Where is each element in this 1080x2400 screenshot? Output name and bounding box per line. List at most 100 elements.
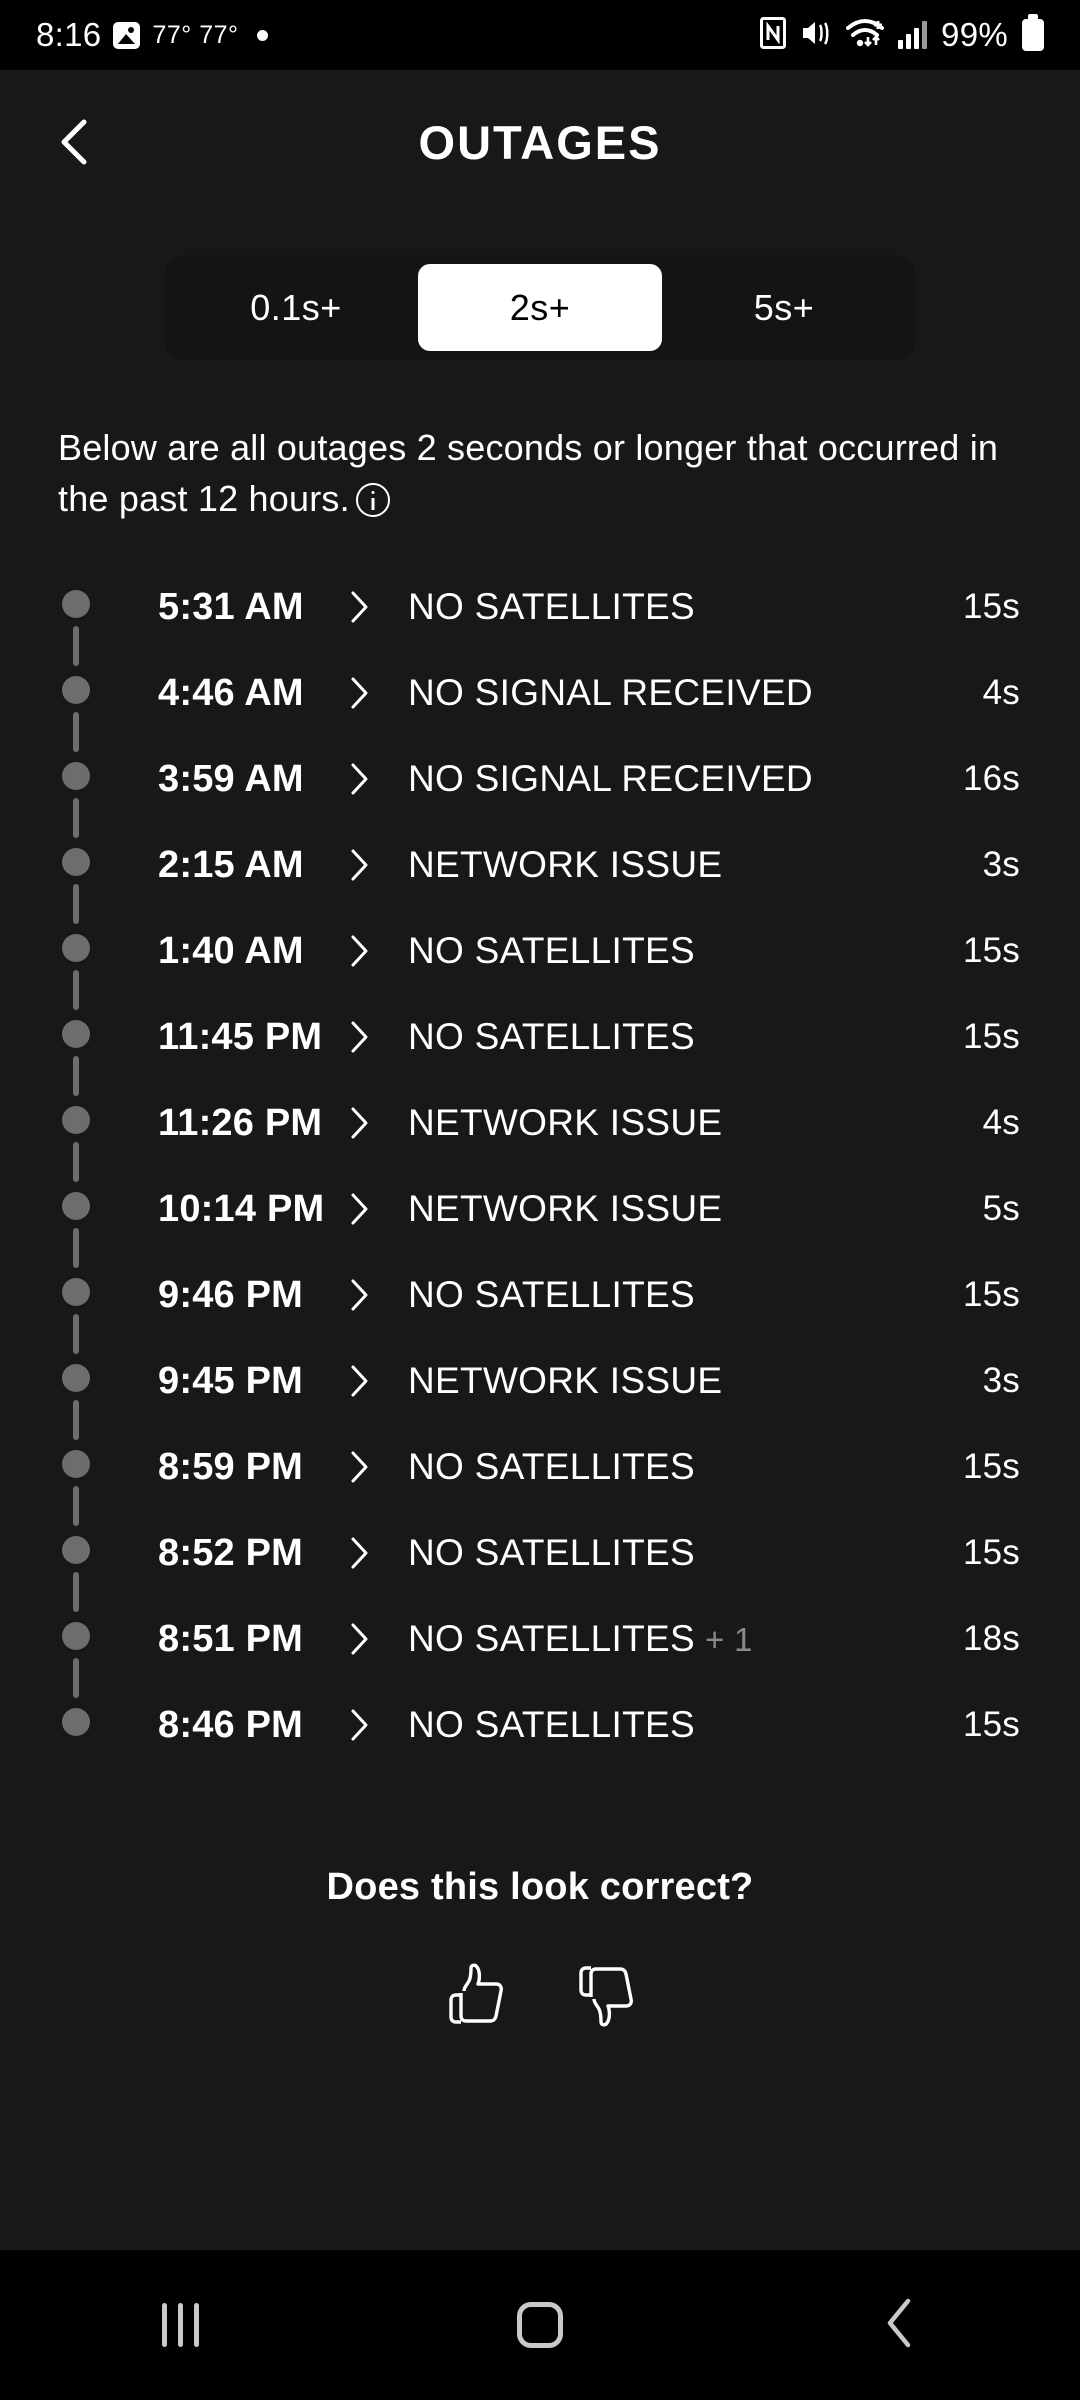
back-chevron-icon: [876, 2295, 924, 2356]
phone-screen: 8:16 77° 77° 99% OUTAGES 0.1s+ 2s+ 5s+ B…: [0, 0, 1080, 2400]
timeline-marker: [62, 564, 90, 667]
outage-reason-text: NO SIGNAL RECEIVED: [408, 758, 813, 800]
thumbs-down-button[interactable]: [557, 1947, 653, 2043]
outage-duration: 3s: [982, 845, 1020, 885]
timeline-dot-icon: [62, 934, 90, 963]
outage-time: 1:40 AM: [158, 929, 304, 972]
outage-reason: NO SIGNAL RECEIVED: [408, 672, 930, 714]
app-content: OUTAGES 0.1s+ 2s+ 5s+ Below are all outa…: [0, 70, 1080, 2250]
timeline-dot-icon: [62, 1536, 90, 1565]
filter-option-5s[interactable]: 5s+: [662, 264, 906, 351]
chevron-right-icon: [350, 1364, 408, 1398]
outage-duration: 5s: [982, 1189, 1020, 1229]
outage-duration: 15s: [962, 1275, 1020, 1315]
recents-icon: [161, 2303, 199, 2347]
timeline-marker: [62, 1080, 90, 1183]
feedback-section: Does this look correct?: [0, 1866, 1080, 2043]
outage-duration: 15s: [962, 1017, 1020, 1057]
battery-icon: [1022, 14, 1044, 51]
timeline-marker: [62, 650, 90, 753]
timeline-marker: [62, 1510, 90, 1613]
timeline-dot-icon: [62, 1622, 90, 1651]
timeline-dot-icon: [62, 676, 90, 705]
outage-reason: NO SATELLITES: [408, 586, 930, 628]
chevron-right-icon: [350, 1708, 408, 1742]
outage-reason: NETWORK ISSUE: [408, 844, 930, 886]
status-temperatures: 77° 77°: [152, 20, 239, 49]
chevron-right-icon: [350, 934, 408, 968]
timeline-marker: [62, 1596, 90, 1699]
outage-reason-text: NO SATELLITES: [408, 1704, 695, 1746]
outage-row[interactable]: 8:51 PM NO SATELLITES + 1 18s: [0, 1596, 1080, 1699]
outage-time: 9:46 PM: [158, 1273, 304, 1316]
mute-vibrate-icon: [800, 18, 832, 53]
status-bar-right: 99%: [760, 14, 1044, 54]
outage-reason: NO SATELLITES: [408, 1704, 930, 1746]
chevron-right-icon: [350, 1020, 408, 1054]
timeline-marker: [62, 994, 90, 1097]
home-button[interactable]: [480, 2265, 600, 2385]
filter-option-0.1s[interactable]: 0.1s+: [174, 264, 418, 351]
timeline-dot-icon: [62, 1364, 90, 1393]
chevron-right-icon: [350, 1622, 408, 1656]
outage-duration: 4s: [982, 673, 1020, 713]
page-title: OUTAGES: [418, 116, 662, 169]
outage-row[interactable]: 9:45 PM NETWORK ISSUE 3s: [0, 1338, 1080, 1441]
timeline-dot-icon: [62, 848, 90, 877]
outage-time: 9:45 PM: [158, 1359, 304, 1402]
outage-time: 8:52 PM: [158, 1531, 304, 1574]
system-back-button[interactable]: [840, 2265, 960, 2385]
outage-duration: 15s: [962, 1705, 1020, 1745]
outage-row[interactable]: 3:59 AM NO SIGNAL RECEIVED 16s: [0, 736, 1080, 839]
outage-reason: NO SIGNAL RECEIVED: [408, 758, 930, 800]
timeline-marker: [62, 1166, 90, 1269]
feedback-buttons: [0, 1947, 1080, 2043]
outage-row[interactable]: 11:45 PM NO SATELLITES 15s: [0, 994, 1080, 1097]
feedback-question: Does this look correct?: [326, 1866, 754, 1909]
outage-row[interactable]: 2:15 AM NETWORK ISSUE 3s: [0, 822, 1080, 925]
outage-row[interactable]: 8:46 PM NO SATELLITES 15s: [0, 1682, 1080, 1768]
outage-row[interactable]: 11:26 PM NETWORK ISSUE 4s: [0, 1080, 1080, 1183]
timeline-marker: [62, 1338, 90, 1441]
outage-time: 8:46 PM: [158, 1703, 304, 1746]
outage-duration: 15s: [962, 587, 1020, 627]
timeline-dot-icon: [62, 1278, 90, 1307]
outage-reason: NO SATELLITES: [408, 1446, 930, 1488]
outage-duration: 16s: [962, 759, 1020, 799]
chevron-right-icon: [350, 1450, 408, 1484]
timeline-dot-icon: [62, 1106, 90, 1135]
timeline-marker: [62, 1252, 90, 1355]
outage-time: 8:59 PM: [158, 1445, 304, 1488]
outage-reason: NETWORK ISSUE: [408, 1102, 930, 1144]
outage-row[interactable]: 1:40 AM NO SATELLITES 15s: [0, 908, 1080, 1011]
timeline-dot-icon: [62, 1020, 90, 1049]
timeline-dot-icon: [62, 1450, 90, 1479]
chevron-right-icon: [350, 762, 408, 796]
notification-dot-icon: [256, 29, 268, 41]
outage-row[interactable]: 5:31 AM NO SATELLITES 15s: [0, 564, 1080, 667]
outage-reason-text: NETWORK ISSUE: [408, 844, 723, 886]
timeline-dot-icon: [62, 590, 90, 619]
outage-row[interactable]: 10:14 PM NETWORK ISSUE 5s: [0, 1166, 1080, 1269]
outage-duration: 3s: [982, 1361, 1020, 1401]
chevron-right-icon: [350, 1106, 408, 1140]
filter-option-2s[interactable]: 2s+: [418, 264, 662, 351]
thumbs-up-button[interactable]: [427, 1947, 523, 2043]
outage-row[interactable]: 8:59 PM NO SATELLITES 15s: [0, 1424, 1080, 1527]
duration-filter: 0.1s+ 2s+ 5s+: [0, 255, 1080, 360]
outage-reason-text: NO SIGNAL RECEIVED: [408, 672, 813, 714]
segmented-control: 0.1s+ 2s+ 5s+: [165, 255, 915, 360]
outage-list: 5:31 AM NO SATELLITES 15s 4:46 AM NO SIGNAL …: [0, 564, 1080, 1768]
recents-button[interactable]: [120, 2265, 240, 2385]
outage-reason-text: NETWORK ISSUE: [408, 1188, 723, 1230]
outage-extra-count: + 1: [704, 1621, 753, 1659]
outage-row[interactable]: 9:46 PM NO SATELLITES 15s: [0, 1252, 1080, 1355]
system-navigation-bar: [0, 2250, 1080, 2400]
outage-time: 8:51 PM: [158, 1617, 304, 1660]
info-icon[interactable]: [355, 483, 390, 518]
battery-percent: 99%: [941, 16, 1008, 53]
outage-duration: 15s: [962, 1447, 1020, 1487]
outage-row[interactable]: 4:46 AM NO SIGNAL RECEIVED 4s: [0, 650, 1080, 753]
chevron-right-icon: [350, 1536, 408, 1570]
outage-row[interactable]: 8:52 PM NO SATELLITES 15s: [0, 1510, 1080, 1613]
